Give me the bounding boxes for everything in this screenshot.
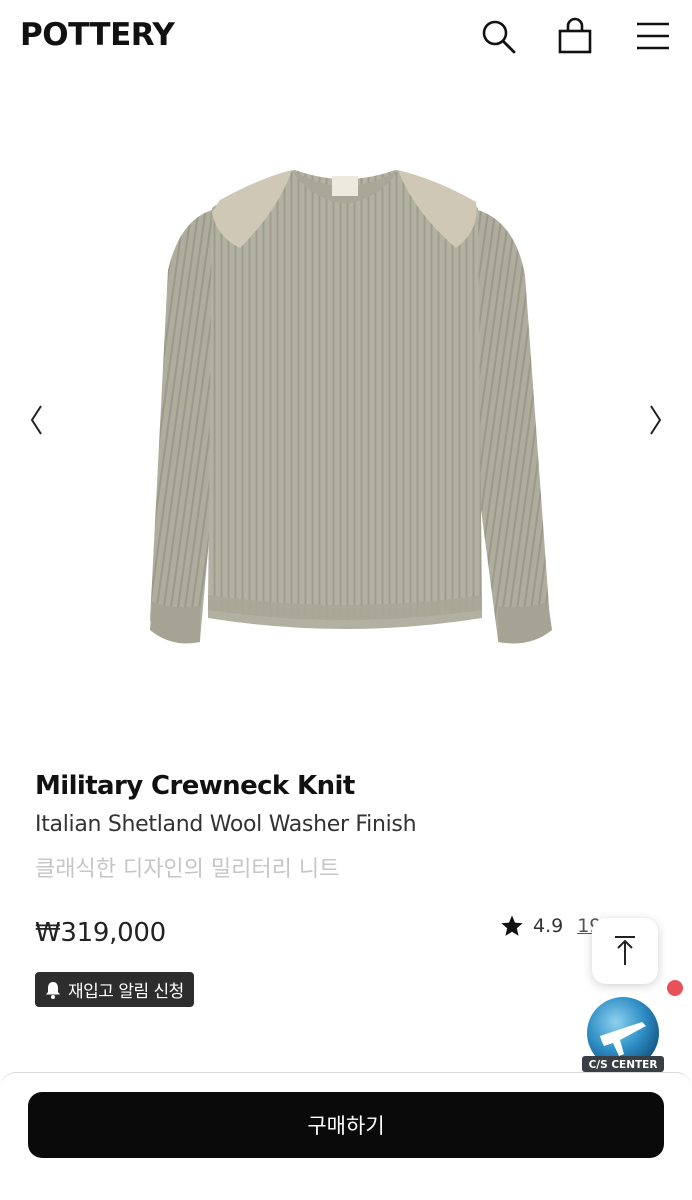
product-price: ₩319,000 bbox=[35, 918, 166, 948]
restock-alert-button[interactable]: 재입고 알림 신청 bbox=[35, 972, 194, 1007]
arrow-up-icon bbox=[615, 936, 635, 965]
product-subtitle: Italian Shetland Wool Washer Finish bbox=[35, 812, 417, 837]
chevron-left-icon[interactable] bbox=[22, 400, 52, 440]
rating: 4.9 19 bbox=[500, 912, 601, 940]
sweater-product-photo bbox=[120, 140, 570, 700]
scroll-to-top-button[interactable] bbox=[592, 918, 658, 984]
cs-center-button[interactable]: C/S CENTER bbox=[580, 996, 666, 1076]
product-description: 클래식한 디자인의 밀리터리 니트 bbox=[35, 857, 340, 882]
brand-logo[interactable]: POTTERY bbox=[20, 17, 175, 53]
buy-button-label: 구매하기 bbox=[307, 1114, 385, 1138]
rating-value: 4.9 bbox=[533, 915, 564, 937]
cs-center-label: C/S CENTER bbox=[589, 1059, 658, 1071]
chevron-right-icon[interactable] bbox=[640, 400, 670, 440]
restock-alert-label: 재입고 알림 신청 bbox=[68, 982, 184, 1002]
hamburger-menu-icon[interactable] bbox=[633, 16, 673, 56]
product-gallery[interactable] bbox=[0, 100, 692, 740]
notification-dot bbox=[667, 980, 683, 996]
shopping-bag-icon[interactable] bbox=[555, 16, 595, 56]
buy-button[interactable]: 구매하기 bbox=[28, 1092, 664, 1158]
star-icon bbox=[500, 914, 524, 938]
bell-icon bbox=[43, 980, 63, 1000]
product-title: Military Crewneck Knit bbox=[35, 771, 355, 801]
header: POTTERY bbox=[0, 0, 692, 74]
search-icon[interactable] bbox=[478, 16, 518, 56]
